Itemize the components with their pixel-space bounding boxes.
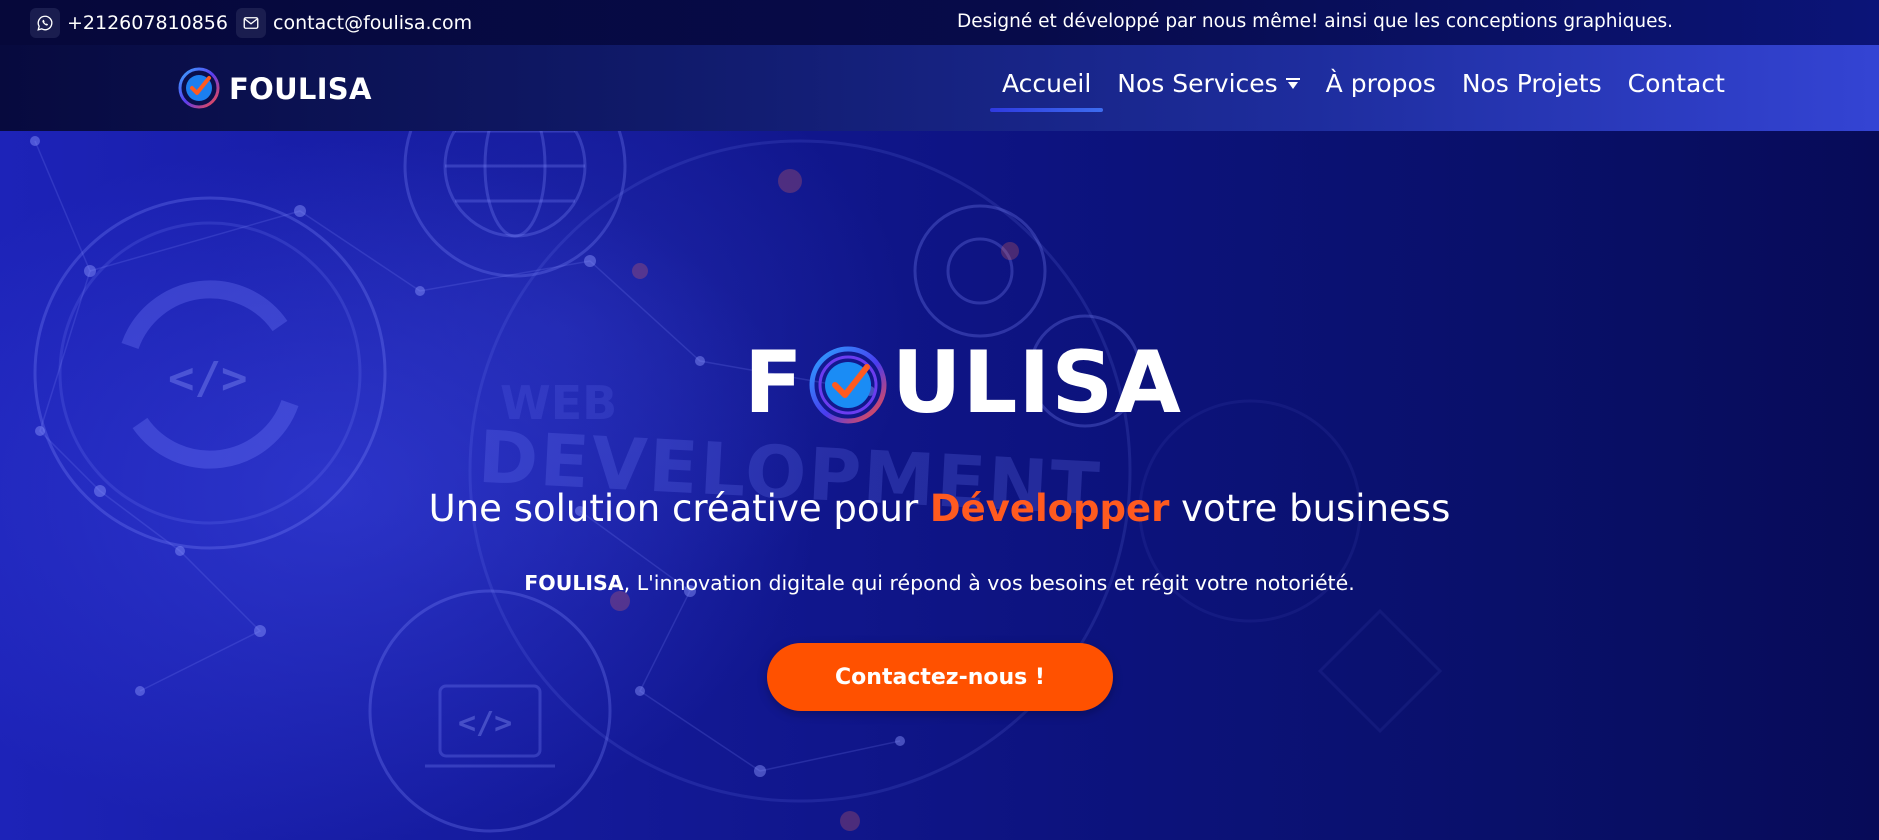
top-tagline: Designé et développé par nous même! ains… bbox=[957, 11, 1674, 32]
brand-logo[interactable]: FOULISA bbox=[177, 64, 372, 114]
top-bar: +212607810856 contact@foulisa.com Design… bbox=[0, 0, 1879, 45]
hero-logo-left: F bbox=[744, 333, 804, 433]
headline-accent: Développer bbox=[929, 487, 1170, 530]
headline-after: votre business bbox=[1169, 487, 1451, 530]
nav-label: Contact bbox=[1627, 69, 1725, 98]
nav-item-contact[interactable]: Contact bbox=[1628, 69, 1725, 112]
envelope-icon bbox=[236, 8, 266, 38]
phone-contact[interactable]: +212607810856 bbox=[30, 8, 228, 38]
hero-logo-right: ULISA bbox=[891, 333, 1182, 433]
nav-label: Nos Services bbox=[1117, 69, 1278, 98]
nav-item-nos-projets[interactable]: Nos Projets bbox=[1462, 69, 1602, 112]
svg-text:</>: </> bbox=[168, 353, 247, 404]
phone-number: +212607810856 bbox=[67, 12, 228, 34]
nav-item-nos-services[interactable]: Nos Services bbox=[1117, 69, 1300, 112]
hero-headline: Une solution créative pour Développer vo… bbox=[0, 487, 1879, 530]
nav-label: Accueil bbox=[1002, 69, 1092, 98]
nav-label: Nos Projets bbox=[1461, 69, 1602, 98]
headline-before: Une solution créative pour bbox=[428, 487, 930, 530]
email-address: contact@foulisa.com bbox=[273, 12, 473, 34]
nav-item-accueil[interactable]: Accueil bbox=[989, 69, 1104, 112]
hero-section: </> </> WEB DEVELOPMENT F ULISA Une solu… bbox=[0, 131, 1879, 840]
whatsapp-icon bbox=[30, 8, 60, 38]
foulisa-logo-icon bbox=[177, 64, 223, 114]
hero-logo: F ULISA bbox=[744, 333, 1182, 433]
brand-name: FOULISA bbox=[229, 72, 372, 106]
contact-us-button[interactable]: Contactez-nous ! bbox=[767, 643, 1113, 711]
primary-nav: Accueil Nos Services À propos Nos Projet… bbox=[989, 69, 1725, 112]
svg-text:</>: </> bbox=[458, 706, 512, 741]
main-navbar: FOULISA Accueil Nos Services À propos No… bbox=[0, 45, 1879, 131]
check-circle-icon bbox=[806, 341, 890, 425]
caret-down-icon bbox=[1285, 77, 1300, 90]
nav-item-a-propos[interactable]: À propos bbox=[1326, 69, 1436, 112]
hero-subline: FOULISA, L'innovation digitale qui répon… bbox=[0, 571, 1879, 595]
email-contact[interactable]: contact@foulisa.com bbox=[236, 8, 472, 38]
subline-brand: FOULISA bbox=[524, 571, 624, 595]
nav-label: À propos bbox=[1325, 69, 1436, 98]
subline-text: , L'innovation digitale qui répond à vos… bbox=[623, 571, 1355, 595]
